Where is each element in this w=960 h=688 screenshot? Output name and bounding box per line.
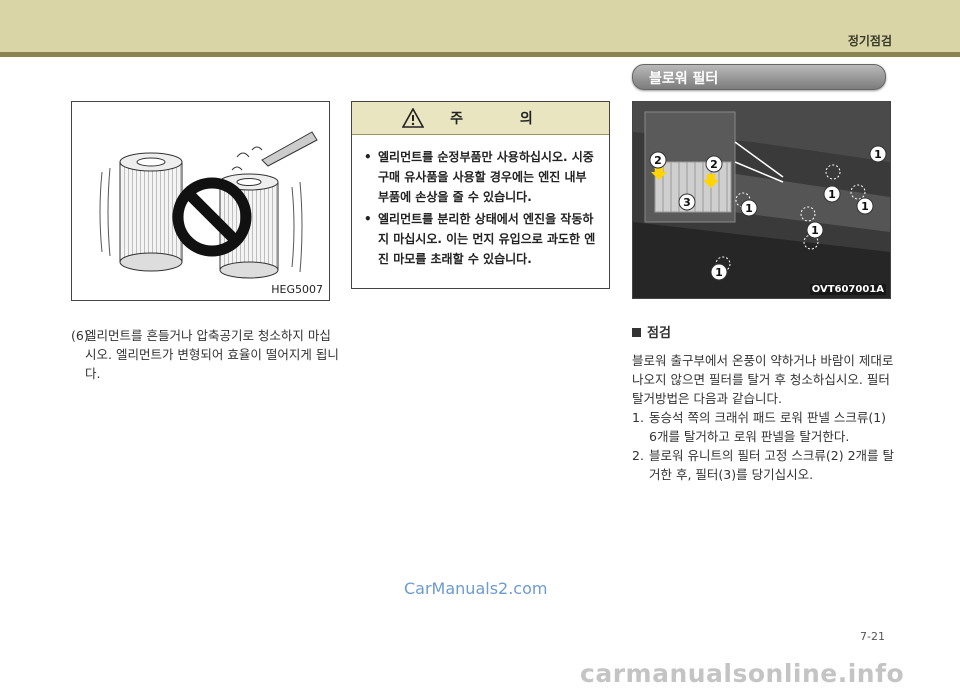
header-bar xyxy=(0,0,960,52)
filter-illustration: HEG5007 xyxy=(71,101,330,301)
caution-title: 주 의 xyxy=(450,111,559,127)
callout-3: 3 xyxy=(683,196,691,209)
callout-2: 2 xyxy=(710,158,718,171)
caution-item: • 엘리먼트를 순정부품만 사용하십시오. 시중구매 유사품을 사용할 경우에는 … xyxy=(364,150,594,204)
inspection-step: 1. 동승석 쪽의 크래쉬 패드 로워 판넬 스크류(1) 6개를 탈거하고 로… xyxy=(632,410,887,444)
caution-box: 주 의 • 엘리먼트를 순정부품만 사용하십시오. 시중구매 유사품을 사용할 경… xyxy=(351,101,610,289)
callout-1: 1 xyxy=(874,148,882,161)
callout-1: 1 xyxy=(715,266,723,279)
callout-1: 1 xyxy=(828,188,836,201)
figure-code: HEG5007 xyxy=(271,283,323,296)
inspection-step: 2. 블로워 유니트의 필터 고정 스크류(2) 2개를 탈거한 후, 필터(3… xyxy=(632,448,895,482)
callout-2: 2 xyxy=(654,154,662,167)
section-title: 블로워 필터 xyxy=(649,71,719,87)
watermark-link[interactable]: CarManuals2.com xyxy=(404,579,547,598)
warning-icon xyxy=(402,108,425,128)
footer-watermark: carmanualsonline.info xyxy=(580,659,905,688)
filter-prohibited-drawing xyxy=(99,131,318,279)
inspection-intro: 블로워 출구부에서 온풍이 약하거나 바람이 제대로 나오지 않으면 필터를 탈… xyxy=(632,353,894,406)
callout-1: 1 xyxy=(811,224,819,237)
step-number: (6) xyxy=(71,328,89,343)
caution-header: 주 의 xyxy=(352,102,609,135)
callout-1: 1 xyxy=(745,202,753,215)
inspection-heading: 점검 xyxy=(632,322,671,341)
page-number: 7-21 xyxy=(860,630,885,643)
header-divider xyxy=(0,52,960,57)
caution-list: • 엘리먼트를 순정부품만 사용하십시오. 시중구매 유사품을 사용할 경우에는 … xyxy=(364,147,599,269)
photo-code: OVT607001A xyxy=(809,284,886,295)
callout-markers: 2 2 3 1 1 1 1 1 1 xyxy=(649,145,887,281)
chapter-title: 정기점검 xyxy=(847,34,892,48)
blower-filter-photo: 2 2 3 1 1 1 1 1 1 OVT607001A xyxy=(632,101,891,299)
square-bullet-icon xyxy=(632,328,641,337)
callout-1: 1 xyxy=(861,200,869,213)
caution-item: • 엘리먼트를 분리한 상태에서 엔진을 작동하지 마십시오. 이는 먼지 유입으… xyxy=(364,212,596,266)
step-6: (6) 엘리먼트를 흔들거나 압축공기로 청소하지 마십시오. 엘리먼트가 변형… xyxy=(71,326,341,383)
section-header: 블로워 필터 xyxy=(632,64,886,90)
inspection-body: 블로워 출구부에서 온풍이 약하거나 바람이 제대로 나오지 않으면 필터를 탈… xyxy=(632,351,894,484)
step-text: 엘리먼트를 흔들거나 압축공기로 청소하지 마십시오. 엘리먼트가 변형되어 효… xyxy=(85,328,339,381)
